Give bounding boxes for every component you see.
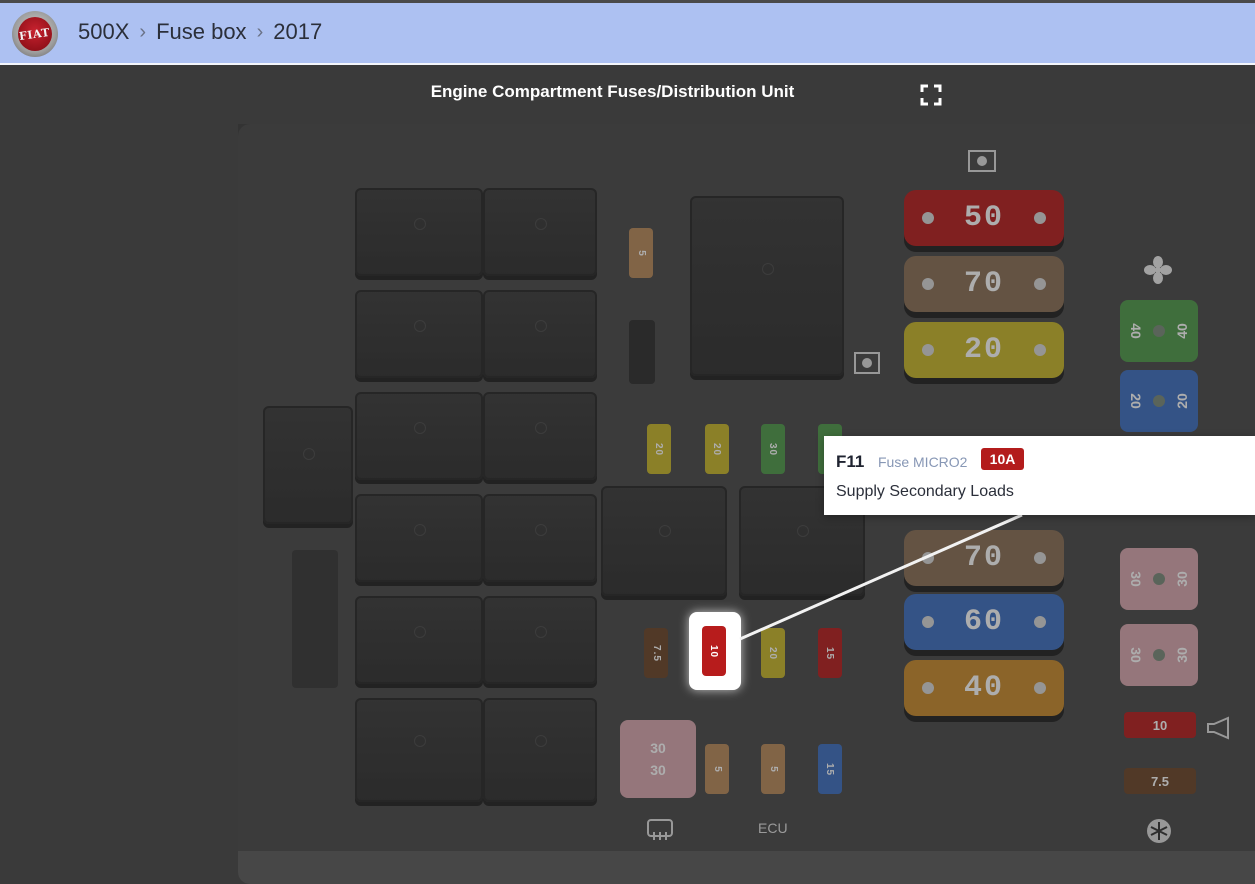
mini-fuse[interactable]: 20 bbox=[647, 424, 671, 474]
relay-large[interactable] bbox=[690, 196, 844, 376]
maxi-fuse[interactable]: 70 bbox=[904, 530, 1064, 586]
maxi-fuse[interactable]: 40 bbox=[904, 660, 1064, 716]
selected-fuse-highlight[interactable]: 10 bbox=[689, 612, 741, 690]
mini-fuse[interactable]: 15 bbox=[818, 628, 842, 678]
fiat-logo[interactable]: FIAT bbox=[12, 11, 58, 57]
ecu-label: ECU bbox=[758, 820, 788, 836]
relay[interactable] bbox=[355, 494, 483, 582]
maxi-fuse[interactable]: 70 bbox=[904, 256, 1064, 312]
fuse-dot bbox=[1153, 649, 1165, 661]
mini-fuse[interactable]: 15 bbox=[818, 744, 842, 794]
horn-icon bbox=[1207, 716, 1229, 740]
maxi-fuse[interactable]: 50 bbox=[904, 190, 1064, 246]
square-fuse[interactable]: 30 30 bbox=[1120, 548, 1198, 610]
fullscreen-icon[interactable] bbox=[920, 84, 942, 106]
square-fuse[interactable]: 30 30 bbox=[620, 720, 696, 798]
square-fuse[interactable]: 30 30 bbox=[1120, 624, 1198, 686]
brand-text: FIAT bbox=[18, 25, 52, 43]
fuse-tooltip: F11 Fuse MICRO2 10A Supply Secondary Loa… bbox=[824, 436, 1255, 515]
radiator-fan-icon bbox=[968, 150, 996, 172]
fan-icon bbox=[1144, 256, 1172, 284]
breadcrumb-model[interactable]: 500X bbox=[78, 19, 129, 45]
chevron-right-icon: › bbox=[256, 20, 264, 43]
mini-fuse[interactable]: 20 bbox=[705, 424, 729, 474]
connector-slot bbox=[292, 550, 338, 688]
relay[interactable] bbox=[355, 698, 483, 802]
relay[interactable] bbox=[483, 290, 597, 378]
relay[interactable] bbox=[483, 494, 597, 582]
app-header: FIAT 500X › Fuse box › 2017 bbox=[0, 3, 1255, 65]
mini-fuse[interactable]: 5 bbox=[629, 228, 653, 278]
relay[interactable] bbox=[483, 698, 597, 802]
rear-defrost-icon bbox=[647, 819, 673, 840]
relay[interactable] bbox=[601, 486, 727, 596]
chevron-right-icon: › bbox=[139, 20, 147, 43]
amperage-badge: 10A bbox=[981, 448, 1024, 470]
fuse-dot bbox=[1153, 395, 1165, 407]
mini-fuse[interactable]: 5 bbox=[761, 744, 785, 794]
fuse-type: Fuse MICRO2 bbox=[878, 454, 968, 470]
maxi-fuse[interactable]: 60 bbox=[904, 594, 1064, 650]
fiat-logo-badge: FIAT bbox=[18, 17, 52, 51]
mini-fuse-selected[interactable]: 10 bbox=[702, 626, 726, 676]
breadcrumb-section[interactable]: Fuse box bbox=[156, 19, 247, 45]
square-fuse[interactable]: 20 20 bbox=[1120, 370, 1198, 432]
relay-small-left[interactable] bbox=[263, 406, 353, 524]
relay[interactable] bbox=[483, 188, 597, 276]
relay[interactable] bbox=[355, 596, 483, 684]
square-fuse[interactable]: 40 40 bbox=[1120, 300, 1198, 362]
relay[interactable] bbox=[483, 596, 597, 684]
relay[interactable] bbox=[355, 392, 483, 480]
relay[interactable] bbox=[483, 392, 597, 480]
breadcrumb-year[interactable]: 2017 bbox=[273, 19, 322, 45]
fuse-dot bbox=[1153, 573, 1165, 585]
mini-fuse[interactable]: 20 bbox=[761, 628, 785, 678]
mini-fuse[interactable]: 30 bbox=[761, 424, 785, 474]
fuse-dot bbox=[1153, 325, 1165, 337]
left-panel bbox=[0, 67, 238, 851]
empty-fuse-slot bbox=[629, 320, 655, 384]
breadcrumb: 500X › Fuse box › 2017 bbox=[78, 19, 322, 45]
fuse-id: F11 bbox=[836, 452, 865, 471]
radiator-fan-icon bbox=[854, 352, 880, 374]
mini-fuse[interactable]: 7.5 bbox=[644, 628, 668, 678]
page-title: Engine Compartment Fuses/Distribution Un… bbox=[430, 82, 795, 101]
fuse-description: Supply Secondary Loads bbox=[836, 483, 1014, 500]
ac-snowflake-icon bbox=[1147, 819, 1171, 843]
flat-fuse[interactable]: 7.5 bbox=[1124, 768, 1196, 794]
mini-fuse[interactable]: 5 bbox=[705, 744, 729, 794]
flat-fuse[interactable]: 10 bbox=[1124, 712, 1196, 738]
relay[interactable] bbox=[355, 188, 483, 276]
maxi-fuse[interactable]: 20 bbox=[904, 322, 1064, 378]
relay[interactable] bbox=[355, 290, 483, 378]
